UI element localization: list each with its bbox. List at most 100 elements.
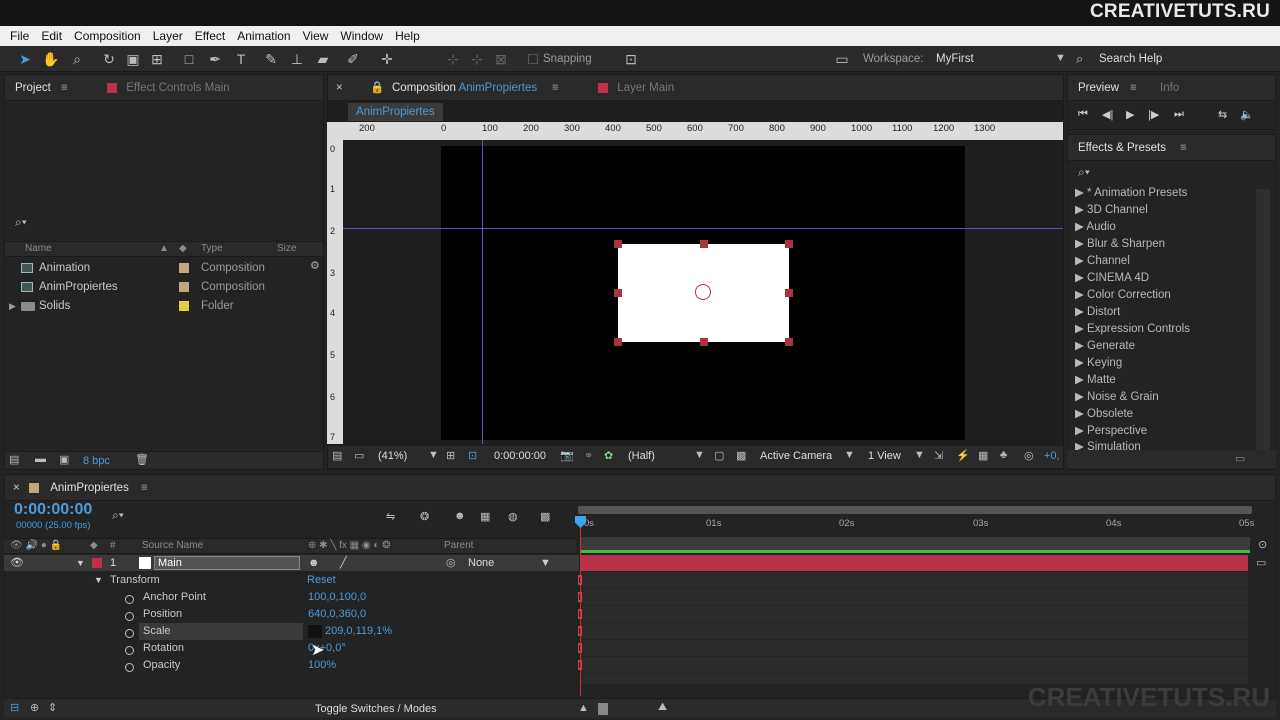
parent-dropdown-icon[interactable]: ▼ (540, 555, 551, 572)
project-search-icon[interactable]: ⌕▾ (15, 215, 27, 230)
menu-layer[interactable]: Layer (147, 26, 189, 46)
menu-help[interactable]: Help (389, 26, 426, 46)
region-of-interest-icon[interactable]: ▢ (714, 449, 724, 462)
transform-handle[interactable] (614, 240, 622, 248)
transform-handle[interactable] (785, 240, 793, 248)
snapshot-icon[interactable]: 📷 (560, 449, 574, 462)
layer-expand-arrow-icon[interactable]: ▼ (76, 555, 85, 572)
anchor-point-icon[interactable] (695, 284, 711, 300)
resolution-dropdown-icon[interactable]: ▼ (694, 449, 705, 461)
effect-category[interactable]: ▶ Perspective (1075, 423, 1147, 440)
zoom-out-icon[interactable]: ▲ (578, 702, 589, 714)
property-row[interactable]: Anchor Point 100,0,100,0 (4, 589, 579, 606)
column-type[interactable]: Type (201, 243, 223, 254)
trash-icon[interactable]: 🗑 (135, 453, 149, 466)
effects-menu-icon[interactable]: ≡ (1180, 135, 1187, 161)
property-value[interactable]: 640,0,360,0 (308, 606, 366, 623)
comp-button-icon[interactable]: ⊙ (1258, 538, 1267, 551)
menu-window[interactable]: Window (334, 26, 389, 46)
show-snapshot-icon[interactable]: ⚭ (584, 449, 593, 462)
pen-tool-icon[interactable]: ✒ (206, 50, 224, 68)
property-row[interactable]: Rotation 0x+0,0° (4, 640, 579, 657)
quality-switch-icon[interactable]: ╱ (340, 555, 347, 572)
axis-world-icon[interactable]: ⊹ (468, 50, 486, 68)
menu-composition[interactable]: Composition (68, 26, 147, 46)
comp-mini-flowchart-icon[interactable]: ⇋ (386, 510, 395, 523)
search-help-input[interactable]: Search Help (1099, 53, 1162, 65)
new-preset-icon[interactable]: ▭ (1235, 452, 1245, 465)
rectangle-tool-icon[interactable]: □ (180, 50, 198, 68)
last-frame-icon[interactable]: ⏭ (1174, 108, 1184, 121)
camera-dropdown[interactable]: Active Camera (760, 450, 832, 462)
effect-category[interactable]: ▶ Matte (1075, 372, 1116, 389)
effects-search-icon[interactable]: ⌕▾ (1078, 165, 1090, 180)
axis-view-icon[interactable]: ⊠ (492, 50, 510, 68)
horizontal-guide[interactable] (343, 228, 1063, 229)
column-name[interactable]: Name (25, 243, 52, 254)
workspace-value[interactable]: MyFirst (936, 53, 974, 65)
layer-row[interactable]: 👁 ▼ 1 Main ☻ ╱ ◎ None ▼ (4, 555, 579, 571)
transfer-controls-icon[interactable]: ⊕ (30, 701, 39, 714)
composition-breadcrumb[interactable]: AnimPropiertes (348, 103, 443, 121)
vertical-guide[interactable] (482, 140, 483, 444)
draft-3d-icon[interactable]: ❂ (420, 510, 429, 523)
channel-icon[interactable]: ✿ (604, 449, 613, 462)
grid-icon[interactable]: ⊞ (446, 449, 455, 462)
transparency-grid-icon[interactable]: ▩ (736, 449, 746, 462)
shy-icon[interactable]: ☻ (454, 510, 466, 522)
transform-handle[interactable] (614, 289, 622, 297)
toggle-pixel-aspect-icon[interactable]: ⇲ (934, 449, 943, 462)
tab-effect-controls[interactable]: Effect Controls Main (107, 75, 230, 101)
menu-animation[interactable]: Animation (231, 26, 296, 46)
pick-whip-icon[interactable]: ◎ (446, 555, 456, 572)
play-icon[interactable]: ▶ (1126, 108, 1134, 121)
lock-icon[interactable]: 🔒 (370, 75, 384, 101)
column-size[interactable]: Size (277, 243, 296, 254)
property-row[interactable]: Scale 209,0,119,1% (4, 623, 579, 640)
first-frame-icon[interactable]: ⏮ (1078, 108, 1088, 121)
view-layout-dropdown[interactable]: 1 View (868, 450, 901, 462)
stopwatch-icon[interactable] (125, 660, 134, 677)
snap-options-icon[interactable]: ⊡ (622, 50, 640, 68)
project-item[interactable]: Animation Composition (5, 259, 305, 278)
preview-menu-icon[interactable]: ≡ (1130, 75, 1137, 101)
clone-stamp-tool-icon[interactable]: ⊥ (288, 50, 306, 68)
property-value[interactable]: 100,0,100,0 (308, 589, 366, 606)
current-time-display[interactable]: 0:00:00:00 (494, 450, 546, 462)
transform-handle[interactable] (700, 240, 708, 248)
effect-category[interactable]: ▶ * Animation Presets (1075, 185, 1187, 202)
effect-category[interactable]: ▶ Distort (1075, 304, 1120, 321)
tab-layer[interactable]: Layer Main (598, 75, 674, 101)
fast-previews-icon[interactable]: ⚡ (956, 449, 970, 462)
project-menu-icon[interactable]: ≡ (61, 75, 68, 101)
rotate-tool-icon[interactable]: ↻ (100, 50, 118, 68)
menu-view[interactable]: View (297, 26, 335, 46)
workspace-dropdown-icon[interactable]: ▼ (1055, 52, 1066, 64)
visibility-eye-icon[interactable]: 👁 (10, 555, 24, 572)
transform-expand-arrow-icon[interactable]: ▼ (94, 572, 103, 589)
exposure-value[interactable]: +0, (1044, 450, 1060, 462)
playhead-line[interactable] (580, 516, 581, 696)
axis-local-icon[interactable]: ⊹ (444, 50, 462, 68)
timeline-search-icon[interactable]: ⌕▾ (112, 508, 124, 523)
toggle-switches-modes-button[interactable]: Toggle Switches / Modes (315, 703, 437, 715)
view-layout-dropdown-icon[interactable]: ▼ (914, 449, 925, 461)
flowchart-icon[interactable]: ⚙ (310, 259, 320, 272)
mute-audio-icon[interactable]: 🔈 (1240, 108, 1254, 121)
menu-edit[interactable]: Edit (35, 26, 68, 46)
graph-editor-icon[interactable]: ▩ (540, 510, 550, 523)
project-item[interactable]: AnimPropiertes Composition (5, 278, 305, 297)
work-area-bar[interactable] (578, 506, 1252, 514)
close-tab-icon[interactable]: × (336, 75, 343, 101)
timeline-icon[interactable]: ▦ (978, 449, 988, 462)
camera-tool-icon[interactable]: ▣ (124, 50, 142, 68)
effect-category[interactable]: ▶ Color Correction (1075, 287, 1171, 304)
effect-category[interactable]: ▶ Obsolete (1075, 406, 1133, 423)
effect-category[interactable]: ▶ Channel (1075, 253, 1130, 270)
snapping-checkbox[interactable] (528, 54, 538, 64)
tab-preview[interactable]: Preview (1078, 75, 1119, 101)
monitor-icon[interactable]: ▭ (354, 449, 364, 462)
layer-label-swatch[interactable] (92, 558, 102, 568)
mask-visibility-icon[interactable]: ⊡ (468, 449, 477, 462)
expand-arrow-icon[interactable]: ▶ (9, 297, 16, 316)
